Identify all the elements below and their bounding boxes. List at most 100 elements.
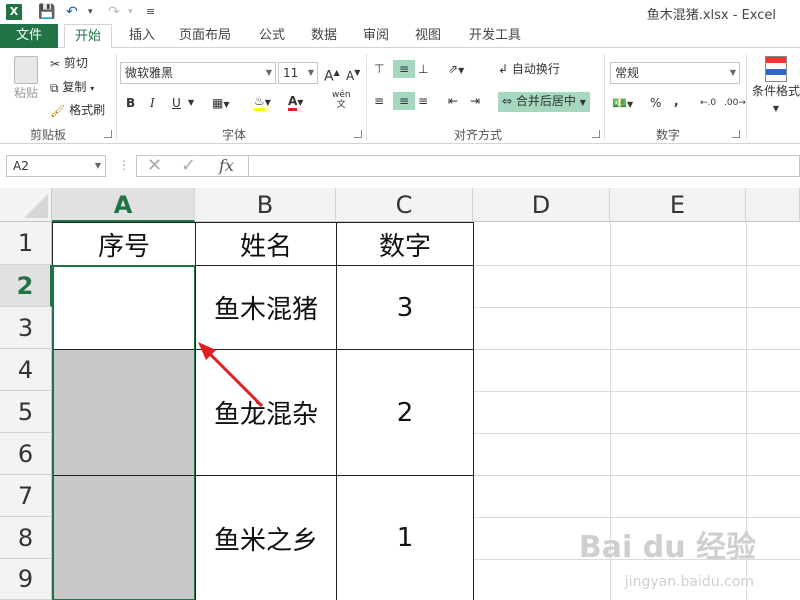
tab-page-layout[interactable]: 页面布局 <box>172 24 238 48</box>
column-header-a[interactable]: A <box>52 188 195 222</box>
format-painter-label: 格式刷 <box>69 103 106 117</box>
font-size-value: 11 <box>283 66 299 80</box>
row-header-5[interactable]: 5 <box>0 391 52 433</box>
conditional-format-icon <box>765 56 787 82</box>
undo-dropdown-icon[interactable]: ▾ <box>88 2 93 22</box>
tab-data[interactable]: 数据 <box>302 24 346 48</box>
align-center-button[interactable]: ≡ <box>393 92 415 110</box>
redo-icon[interactable]: ↷ <box>108 2 120 22</box>
tab-developer[interactable]: 开发工具 <box>460 24 530 48</box>
phonetic-button[interactable]: wén 文 <box>332 90 351 110</box>
column-header-f[interactable] <box>746 188 800 222</box>
group-separator <box>116 54 117 140</box>
currency-icon: 💵 <box>612 96 627 110</box>
formula-bar-grip-icon: ⋮ <box>118 158 130 172</box>
align-right-button[interactable]: ≡ <box>418 92 428 110</box>
font-name-combo[interactable]: 微软雅黑 ▼ <box>120 62 276 84</box>
font-group-label: 字体 <box>222 128 247 142</box>
bold-button[interactable]: B <box>126 94 135 112</box>
merge-center-button[interactable]: ⇔ 合并后居中 ▼ <box>498 92 590 112</box>
row-header-8[interactable]: 8 <box>0 517 52 559</box>
customize-qat-icon[interactable]: ≡ <box>146 2 155 22</box>
align-bottom-icon: ⊥ <box>418 62 429 76</box>
copy-button[interactable]: ⧉ 复制 ▾ <box>50 78 94 98</box>
copy-dropdown-icon[interactable]: ▾ <box>90 84 94 93</box>
percent-button[interactable]: % <box>650 94 661 112</box>
header-cell-number[interactable]: 数字 <box>336 222 474 266</box>
tab-home[interactable]: 开始 <box>64 24 112 49</box>
cancel-icon[interactable]: ✕ <box>147 156 162 176</box>
alignment-launcher-icon[interactable] <box>592 130 600 138</box>
border-button[interactable]: ▦▼ <box>212 94 230 114</box>
column-header-e[interactable]: E <box>610 188 746 222</box>
formula-input[interactable] <box>248 155 800 177</box>
fill-bucket-icon: ♨ <box>254 94 265 111</box>
underline-button[interactable]: U <box>172 94 181 112</box>
align-middle-button[interactable]: ≡ <box>393 60 415 78</box>
increase-decimal-button[interactable]: ←.0 <box>700 94 716 112</box>
align-right-icon: ≡ <box>418 94 429 108</box>
insert-function-button[interactable]: fx <box>219 156 234 176</box>
number-launcher-icon[interactable] <box>732 130 740 138</box>
underline-dropdown-icon[interactable]: ▼ <box>188 94 194 112</box>
font-launcher-icon[interactable] <box>354 130 362 138</box>
align-bottom-button[interactable]: ⊥ <box>418 60 428 78</box>
formula-bar-buttons: ✕ ✓ fx <box>136 155 248 177</box>
tab-formulas[interactable]: 公式 <box>250 24 294 48</box>
font-color-button[interactable]: A▼ <box>288 92 303 112</box>
name-cell[interactable]: 鱼米之乡 <box>195 475 337 600</box>
orientation-icon: ⇗ <box>448 62 459 76</box>
number-cell[interactable]: 3 <box>336 265 474 350</box>
italic-button[interactable]: I <box>150 94 155 112</box>
wrap-text-button[interactable]: ↲ 自动换行 <box>498 60 560 78</box>
header-cell-name[interactable]: 姓名 <box>195 222 337 266</box>
decrease-decimal-icon: .00→ <box>724 98 746 108</box>
row-header-7[interactable]: 7 <box>0 475 52 517</box>
column-header-b[interactable]: B <box>195 188 336 222</box>
format-painter-button[interactable]: 🖌 格式刷 <box>50 101 105 120</box>
comma-style-button[interactable]: , <box>674 92 679 110</box>
paste-button[interactable]: 粘贴 <box>10 56 42 102</box>
column-header-c[interactable]: C <box>336 188 473 222</box>
header-cell-index[interactable]: 序号 <box>52 222 196 266</box>
increase-indent-button[interactable]: ⇥ <box>470 92 480 110</box>
number-cell[interactable]: 1 <box>336 475 474 600</box>
number-cell[interactable]: 2 <box>336 349 474 476</box>
font-size-combo[interactable]: 11 ▼ <box>278 62 318 84</box>
row-header-4[interactable]: 4 <box>0 349 52 391</box>
tab-file[interactable]: 文件 <box>0 24 58 48</box>
redo-dropdown-icon[interactable]: ▾ <box>128 2 133 22</box>
save-icon[interactable]: 💾 <box>38 2 55 22</box>
row-header-6[interactable]: 6 <box>0 433 52 475</box>
shrink-font-button[interactable]: A▼ <box>346 64 360 85</box>
align-left-button[interactable]: ≡ <box>374 92 384 110</box>
align-middle-icon: ≡ <box>398 62 410 76</box>
number-format-combo[interactable]: 常规 ▼ <box>610 62 740 84</box>
decrease-indent-button[interactable]: ⇤ <box>448 92 458 110</box>
paste-icon <box>14 56 38 84</box>
row-header-2[interactable]: 2 <box>0 265 52 307</box>
chevron-down-icon: ▼ <box>579 98 586 107</box>
cut-button[interactable]: ✂ 剪切 <box>50 54 88 73</box>
undo-icon[interactable]: ↶ <box>66 2 78 22</box>
column-header-d[interactable]: D <box>473 188 610 222</box>
select-all-button[interactable] <box>0 188 52 222</box>
fill-color-button[interactable]: ♨▼ <box>254 92 271 112</box>
row-header-3[interactable]: 3 <box>0 307 52 349</box>
accounting-format-button[interactable]: 💵▼ <box>612 94 633 114</box>
title-bar: X 💾 ↶ ▾ ↷ ▾ ≡ 鱼木混猪.xlsx - Excel <box>0 0 800 24</box>
grow-font-button[interactable]: A▲ <box>324 64 340 86</box>
name-box[interactable]: A2 ▼ <box>6 155 106 177</box>
orientation-button[interactable]: ⇗▼ <box>448 60 464 80</box>
tab-review[interactable]: 审阅 <box>354 24 398 48</box>
row-header-1[interactable]: 1 <box>0 222 52 265</box>
clipboard-launcher-icon[interactable] <box>104 130 112 138</box>
tab-insert[interactable]: 插入 <box>120 24 164 48</box>
tab-view[interactable]: 视图 <box>406 24 450 48</box>
decrease-decimal-button[interactable]: .00→ <box>724 94 746 112</box>
enter-icon[interactable]: ✓ <box>181 156 196 176</box>
align-top-button[interactable]: ⊤ <box>374 60 384 78</box>
copy-label: 复制 <box>62 80 87 94</box>
conditional-format-button[interactable]: 条件格式 ▼ <box>752 56 800 118</box>
row-header-9[interactable]: 9 <box>0 559 52 600</box>
